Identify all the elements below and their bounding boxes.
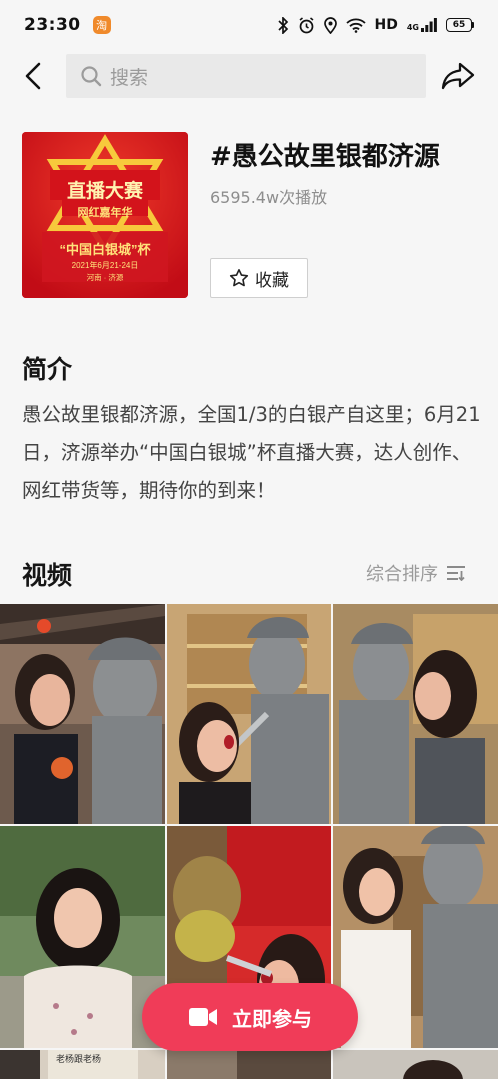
topic-title: #愚公故里银都济源	[210, 142, 440, 172]
share-icon	[441, 62, 475, 90]
app-notification-icon: 淘	[92, 16, 111, 34]
join-button[interactable]: 立即参与	[142, 983, 358, 1051]
intro-text: 愚公故里银都济源，全国1/3的白银产自这里；6月21日，济源举办“中国白银城”杯…	[22, 403, 481, 502]
sort-icon	[447, 566, 465, 581]
status-icons: HD 4G 65	[277, 16, 474, 34]
share-button[interactable]	[440, 59, 476, 93]
join-label: 立即参与	[232, 1006, 312, 1031]
search-icon	[81, 66, 102, 87]
cover-place: 河南 · 济源	[86, 273, 124, 282]
video-thumbnail[interactable]	[0, 604, 165, 824]
video-thumbnail[interactable]	[167, 1050, 331, 1079]
search-header: 搜索	[0, 50, 498, 102]
cover-title: 直播大赛	[66, 181, 143, 202]
video-thumbnail[interactable]	[0, 826, 165, 1048]
search-placeholder: 搜索	[110, 66, 149, 89]
wifi-icon	[345, 18, 366, 33]
star-icon	[229, 269, 249, 287]
signal-icon: 4G	[407, 18, 437, 32]
svg-text:老杨跟老杨: 老杨跟老杨	[56, 1053, 101, 1065]
search-input[interactable]: 搜索	[66, 54, 426, 98]
alarm-icon	[298, 16, 315, 34]
back-button[interactable]	[18, 60, 48, 92]
video-thumbnail[interactable]	[333, 604, 498, 824]
sort-label: 综合排序	[366, 564, 438, 585]
status-bar: 23:30 淘 HD 4G 65	[0, 0, 498, 50]
intro-heading: 简介	[22, 355, 73, 384]
cover-cup-name: “中国白银城”杯	[59, 242, 151, 257]
location-icon	[323, 16, 337, 34]
battery-icon: 65	[446, 18, 474, 32]
videos-heading: 视频	[22, 561, 73, 590]
video-thumbnail[interactable]	[333, 1050, 498, 1079]
bluetooth-icon	[277, 16, 289, 34]
video-thumbnail[interactable]: 老杨跟老杨	[0, 1050, 165, 1079]
play-count: 6595.4w次播放	[210, 188, 328, 207]
network-type-label: HD	[374, 17, 398, 33]
status-time: 23:30	[24, 15, 81, 35]
collect-button[interactable]: 收藏	[210, 258, 308, 298]
video-thumbnail[interactable]	[167, 604, 331, 824]
sort-button[interactable]: 综合排序	[366, 560, 466, 586]
back-arrow-icon	[25, 62, 41, 90]
cover-subtitle: 网红嘉年华	[77, 207, 133, 219]
video-camera-icon	[189, 1008, 217, 1026]
battery-level: 65	[446, 18, 472, 32]
topic-cover-image: 直播大赛 网红嘉年华 “中国白银城”杯 2021年6月21-24日 河南 · 济…	[22, 132, 188, 298]
collect-label: 收藏	[255, 270, 289, 291]
cover-date: 2021年6月21-24日	[71, 261, 139, 270]
signal-type-label: 4G	[406, 23, 419, 32]
